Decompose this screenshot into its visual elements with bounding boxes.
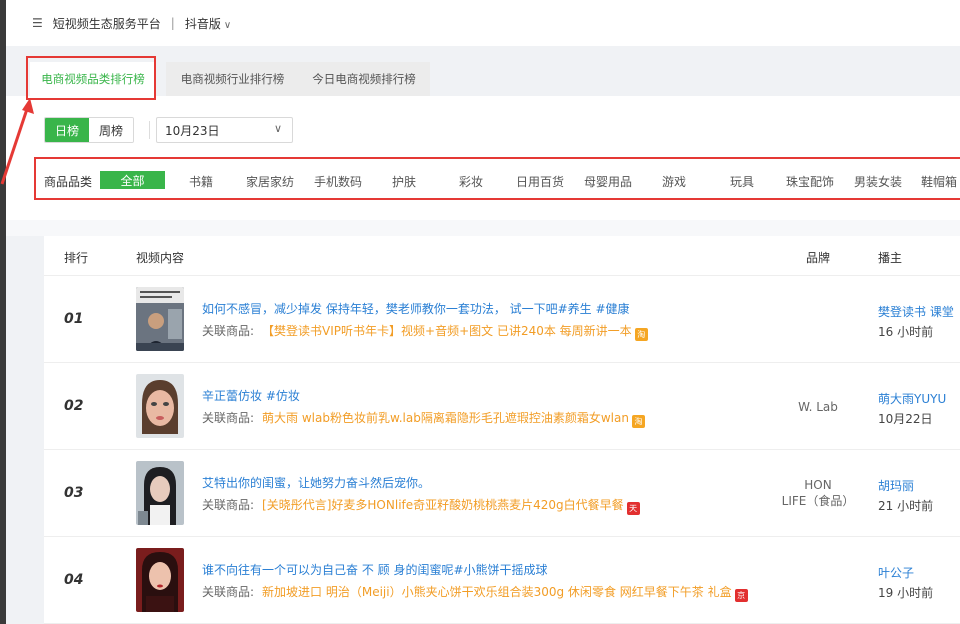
table-row[interactable]: 04 谁不向往有一个可以为自己奋 不 顾 身的闺蜜呢#小熊饼干摇成球 关联商品:… [44, 537, 960, 624]
tmall-icon: 天 [626, 502, 640, 515]
date-select[interactable]: 10月23日 ∨ [156, 117, 293, 143]
post-time: 19 小时前 [878, 586, 934, 600]
header-host: 播主 [878, 251, 903, 265]
video-title-link[interactable]: 艾特出你的闺蜜，让她努力奋斗然后宠你。 [202, 474, 430, 491]
category-highlight-box [34, 157, 960, 200]
tab-industry-rank[interactable]: 电商视频行业排行榜 [166, 62, 299, 96]
rank-number: 02 [64, 398, 84, 414]
related-product: 关联商品: 萌大雨 wlab粉色妆前乳w.lab隔离霜隐形毛孔遮瑕控油素颜霜女wl… [202, 409, 645, 428]
host-name-link[interactable]: 叶公子 [878, 564, 933, 581]
version-label: 抖音版 [184, 16, 221, 31]
video-thumbnail[interactable] [136, 461, 184, 525]
annotation-arrow-icon [0, 98, 34, 185]
host-name-link[interactable]: 樊登读书 课堂 [878, 303, 954, 320]
page: ☰ 短视频生态服务平台 | 抖音版 ∨ 电商视频品类排行榜 电商视频行业排行榜 今… [0, 0, 960, 624]
menu-icon[interactable]: ☰ [32, 16, 43, 30]
rank-number: 04 [64, 572, 84, 588]
related-product: 关联商品: 新加坡进口 明治（Meiji）小熊夹心饼干欢乐组合装300g 休闲零食… [202, 583, 748, 602]
host-info: 叶公子 19 小时前 [878, 564, 933, 601]
chevron-down-icon: ∨ [273, 122, 282, 135]
host-info: 樊登读书 课堂 16 小时前 [878, 303, 954, 340]
video-title-link[interactable]: 谁不向往有一个可以为自己奋 不 顾 身的闺蜜呢#小熊饼干摇成球 [202, 561, 548, 578]
post-time: 21 小时前 [878, 499, 934, 513]
video-title-link[interactable]: 如何不感冒，减少掉发 保持年轻，樊老师教你一套功法， 试一下吧#养生 #健康 [202, 300, 630, 317]
header-rank: 排行 [64, 251, 89, 265]
product-link[interactable]: [关晓彤代言]好麦多HONlife奇亚籽酸奶桃桃燕麦片420g白代餐早餐 [262, 498, 624, 512]
date-value: 10月23日 [165, 123, 220, 138]
video-thumbnail[interactable] [136, 548, 184, 612]
ranking-table: 排行 视频内容 品牌 播主 01 如何不感冒，减少掉发 保持年轻，樊老师教你一套… [44, 236, 960, 624]
version-switch[interactable]: 抖音版 ∨ [185, 15, 231, 32]
taobao-icon: 淘 [634, 328, 648, 341]
post-time: 10月22日 [878, 412, 933, 426]
host-name-link[interactable]: 萌大雨YUYU [878, 390, 946, 407]
rank-number: 01 [64, 311, 84, 327]
taobao-icon: 淘 [631, 415, 645, 428]
platform-name: 短视频生态服务平台 [52, 16, 161, 31]
header-brand: 品牌 [806, 251, 831, 265]
related-product: 关联商品: 【樊登读书VIP听书年卡】视频+音频+图文 已讲240本 每周新讲一本… [202, 322, 648, 341]
chevron-down-icon: ∨ [223, 19, 232, 31]
related-label: 关联商品: [202, 411, 255, 425]
video-title-link[interactable]: 辛正蕾仿妆 #仿妆 [202, 387, 300, 404]
divider [149, 121, 150, 139]
video-thumbnail[interactable] [136, 287, 184, 351]
post-time: 16 小时前 [878, 325, 934, 339]
period-toggle: 日榜 周榜 [44, 117, 134, 143]
topbar-separator: | [170, 16, 175, 30]
spacer [6, 220, 960, 236]
brand-name: HON LIFE（食品） [781, 478, 855, 508]
weekly-button[interactable]: 周榜 [89, 118, 133, 142]
table-row[interactable]: 03 艾特出你的闺蜜，让她努力奋斗然后宠你。 关联商品: [关晓彤代言]好麦多HO… [44, 450, 960, 537]
related-label: 关联商品: [202, 498, 255, 512]
product-link[interactable]: 萌大雨 wlab粉色妆前乳w.lab隔离霜隐形毛孔遮瑕控油素颜霜女wlan [262, 411, 629, 425]
table-header: 排行 视频内容 品牌 播主 [44, 236, 960, 276]
product-link[interactable]: 新加坡进口 明治（Meiji）小熊夹心饼干欢乐组合装300g 休闲零食 网红早餐… [262, 585, 732, 599]
rank-number: 03 [64, 485, 84, 501]
related-label: 关联商品: [202, 324, 255, 338]
top-bar: ☰ 短视频生态服务平台 | 抖音版 ∨ [6, 0, 960, 46]
tab-highlight-box [26, 56, 156, 100]
daily-button[interactable]: 日榜 [45, 118, 89, 142]
tab-today-rank[interactable]: 今日电商视频排行榜 [298, 62, 430, 96]
host-info: 萌大雨YUYU 10月22日 [878, 390, 946, 427]
header-content: 视频内容 [136, 251, 185, 265]
brand-name: W. Lab [798, 400, 838, 414]
related-label: 关联商品: [202, 585, 255, 599]
host-info: 胡玛丽 21 小时前 [878, 477, 933, 514]
jd-icon: 京 [734, 589, 748, 602]
product-link[interactable]: 【樊登读书VIP听书年卡】视频+音频+图文 已讲240本 每周新讲一本 [262, 324, 632, 338]
host-name-link[interactable]: 胡玛丽 [878, 477, 933, 494]
video-thumbnail[interactable] [136, 374, 184, 438]
related-product: 关联商品: [关晓彤代言]好麦多HONlife奇亚籽酸奶桃桃燕麦片420g白代餐早… [202, 496, 640, 515]
table-row[interactable]: 01 如何不感冒，减少掉发 保持年轻，樊老师教你一套功法， 试一下吧#养生 #健… [44, 276, 960, 363]
table-row[interactable]: 02 辛正蕾仿妆 #仿妆 关联商品: 萌大雨 wlab粉色妆前乳w.lab隔离霜隐… [44, 363, 960, 450]
